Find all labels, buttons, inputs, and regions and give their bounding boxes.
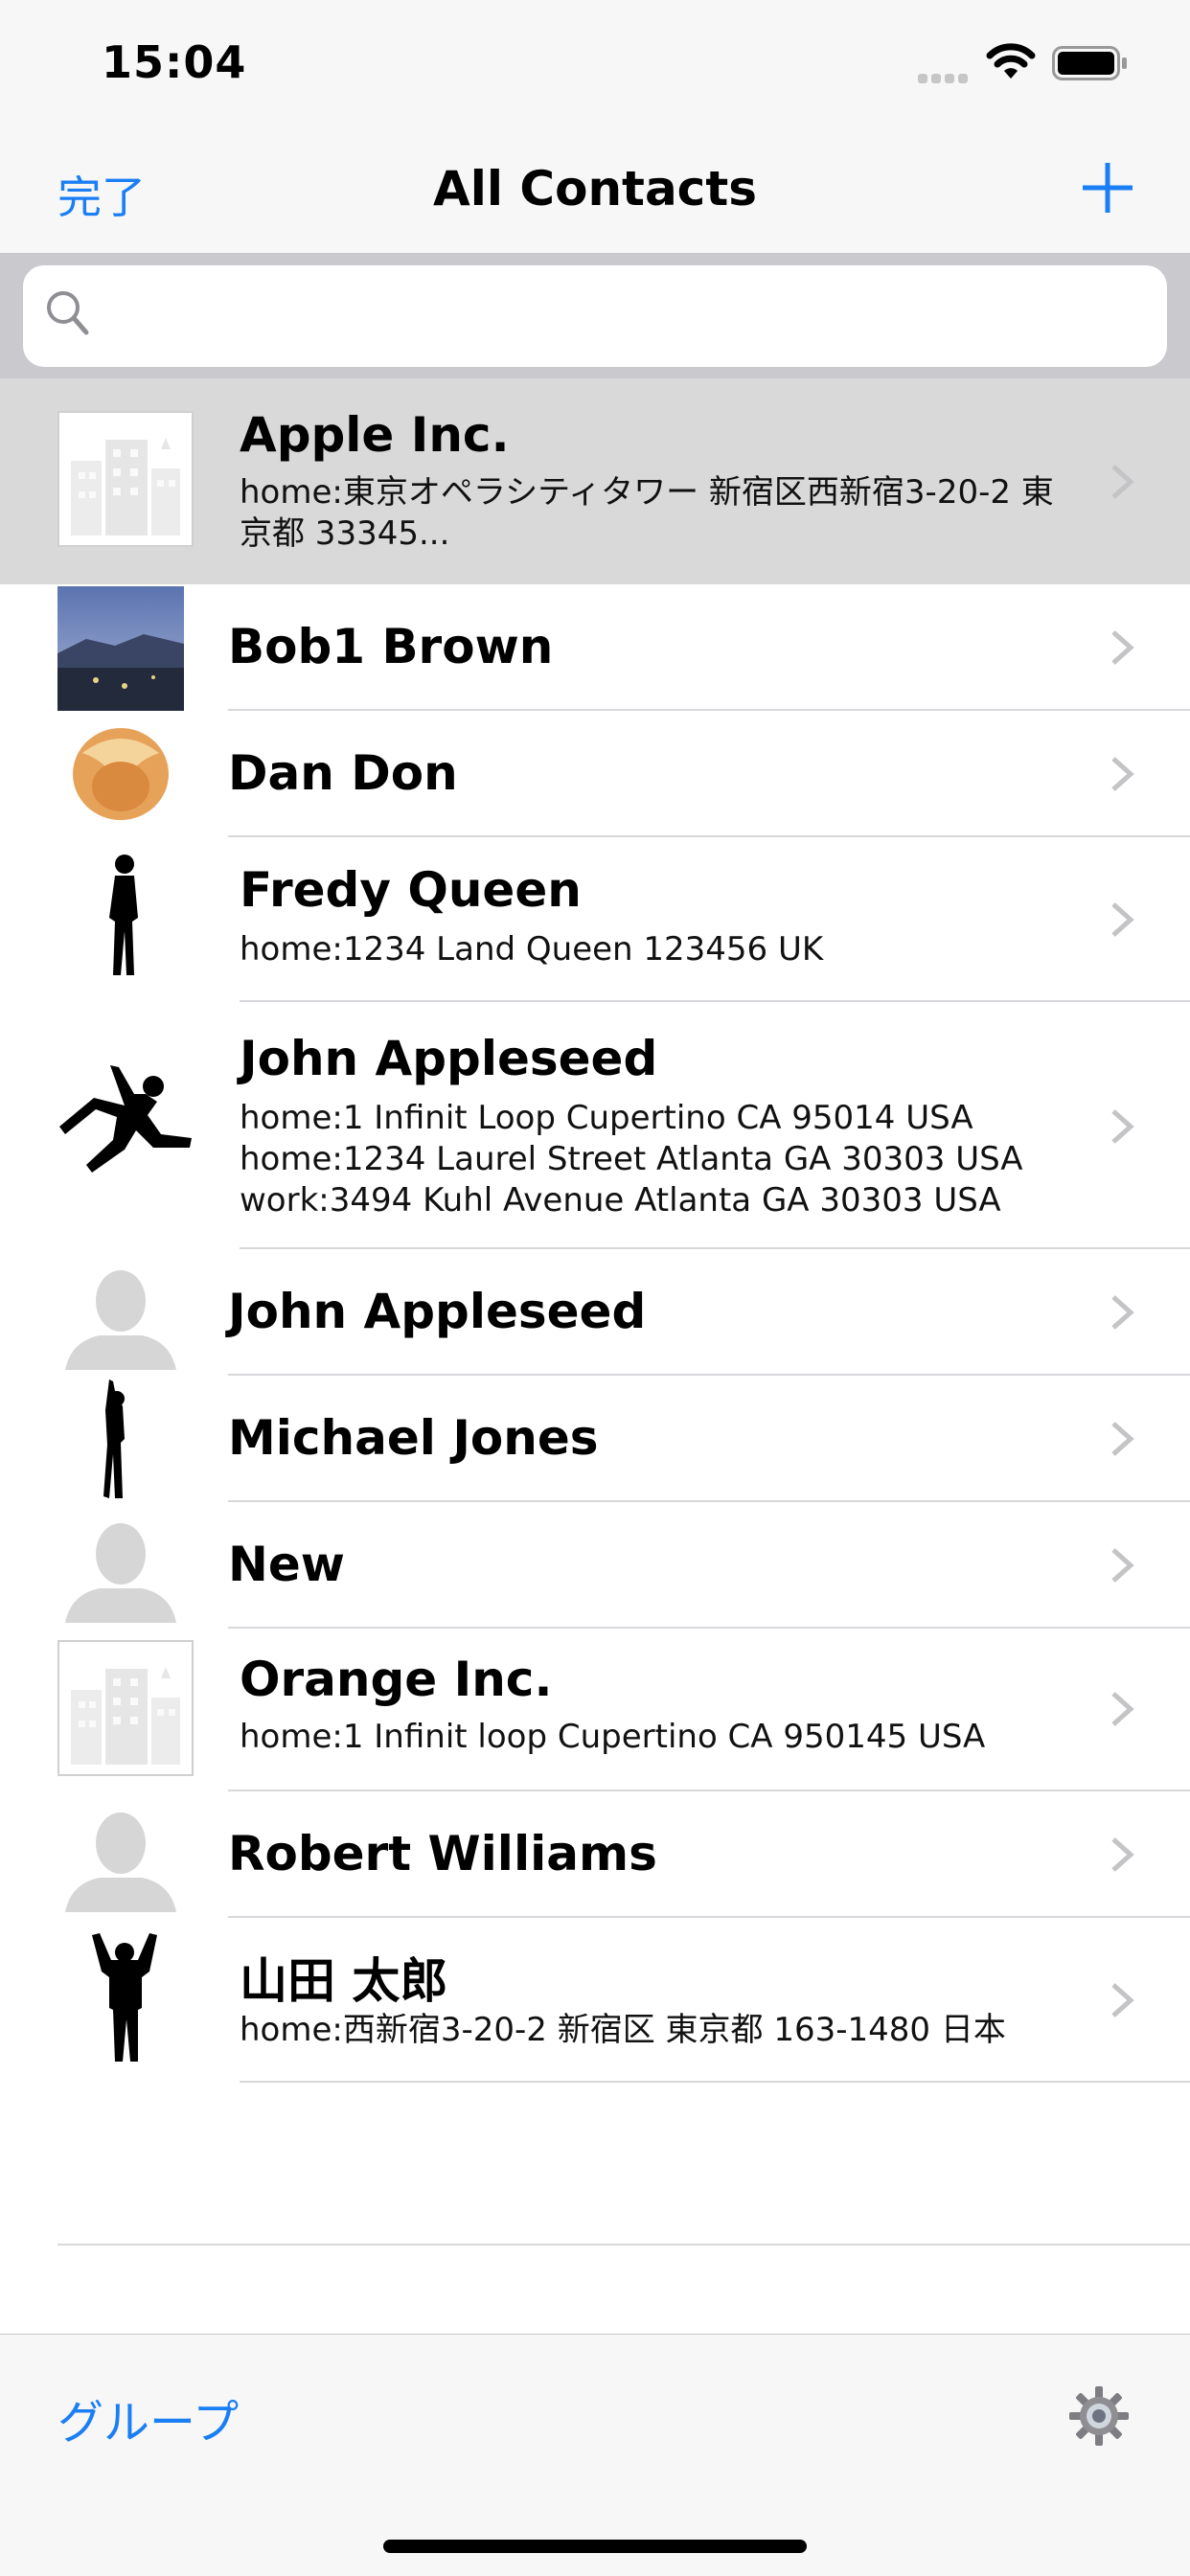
- chevron-right-icon: [1111, 1548, 1134, 1583]
- avatar-silhouette: [59, 1065, 192, 1173]
- chevron-right-icon: [1111, 465, 1134, 499]
- contact-row[interactable]: Robert Williams: [0, 1791, 1190, 1918]
- chevron-right-icon: [1111, 1837, 1134, 1872]
- contact-address: home:東京オペラシティタワー 新宿区西新宿3-20-2 東 京都 33345…: [240, 473, 1054, 553]
- signal-icon: [918, 69, 972, 87]
- chevron-right-icon: [1111, 1109, 1134, 1144]
- contact-row[interactable]: Orange Inc. home:1 Infinit loop Cupertin…: [0, 1629, 1190, 1791]
- contact-name: 山田 太郎: [240, 1953, 448, 2009]
- chevron-right-icon: [1111, 1692, 1134, 1726]
- plus-icon[interactable]: [1079, 159, 1136, 217]
- gear-icon[interactable]: [1067, 2384, 1131, 2448]
- groups-button[interactable]: グループ: [57, 2384, 239, 2451]
- bottom-toolbar: グループ: [0, 2334, 1190, 2576]
- avatar-silhouette: [92, 1933, 157, 2062]
- default-person-icon: [65, 1812, 176, 1912]
- status-bar: 15:04: [0, 0, 1190, 125]
- chevron-right-icon: [1111, 1983, 1134, 2017]
- contact-name: John Appleseed: [240, 1031, 658, 1086]
- contact-address: home:西新宿3-20-2 新宿区 東京都 163-1480 日本: [240, 2011, 1006, 2049]
- avatar-silhouette: [109, 855, 138, 975]
- contact-name: Apple Inc.: [240, 407, 510, 463]
- default-person-icon: [65, 1270, 176, 1370]
- contact-row[interactable]: Apple Inc. home:東京オペラシティタワー 新宿区西新宿3-20-2…: [0, 378, 1190, 584]
- contact-name: Orange Inc.: [240, 1652, 553, 1707]
- wifi-icon: [986, 43, 1036, 79]
- default-person-icon: [65, 1523, 176, 1623]
- contact-address: home:1 Infinit loop Cupertino CA 950145 …: [240, 1718, 986, 1756]
- contact-row[interactable]: 山田 太郎 home:西新宿3-20-2 新宿区 東京都 163-1480 日本: [0, 1918, 1190, 2083]
- contact-row[interactable]: New: [0, 1502, 1190, 1629]
- chevron-right-icon: [1111, 757, 1134, 791]
- contact-name: New: [228, 1537, 345, 1592]
- contact-name: Dan Don: [228, 745, 458, 801]
- contact-row[interactable]: Dan Don: [0, 711, 1190, 837]
- contact-row[interactable]: Fredy Queen home:1234 Land Queen 123456 …: [0, 837, 1190, 1002]
- avatar-silhouette: [103, 1379, 125, 1498]
- avatar-photo: [57, 586, 184, 711]
- avatar-fortune-cookie: [73, 728, 169, 820]
- search-icon: [47, 291, 89, 335]
- chevron-right-icon: [1111, 1422, 1134, 1456]
- home-indicator: [383, 2540, 807, 2553]
- list-end-separator: [57, 2244, 1190, 2245]
- contact-row[interactable]: John Appleseed home:1 Infinit Loop Cuper…: [0, 1002, 1190, 1249]
- battery-icon: [1052, 46, 1127, 80]
- contact-name: Robert Williams: [228, 1826, 657, 1881]
- search-bar: [0, 254, 1190, 378]
- navigation-bar: 完了 All Contacts: [0, 125, 1190, 254]
- search-input[interactable]: [109, 283, 1148, 352]
- chevron-right-icon: [1111, 1295, 1134, 1330]
- contact-name: Fredy Queen: [240, 862, 582, 918]
- chevron-right-icon: [1111, 630, 1134, 665]
- search-field-container[interactable]: [23, 265, 1167, 367]
- contact-name: Bob1 Brown: [228, 619, 554, 674]
- contact-name: John Appleseed: [228, 1284, 647, 1339]
- page-title: All Contacts: [433, 161, 757, 217]
- contacts-list: Apple Inc. home:東京オペラシティタワー 新宿区西新宿3-20-2…: [0, 378, 1190, 2083]
- contact-row[interactable]: Michael Jones: [0, 1376, 1190, 1502]
- chevron-right-icon: [1111, 902, 1134, 937]
- contact-row[interactable]: Bob1 Brown: [0, 584, 1190, 711]
- contact-address: home:1234 Land Queen 123456 UK: [240, 930, 824, 969]
- contact-name: Michael Jones: [228, 1410, 599, 1466]
- status-time: 15:04: [102, 36, 247, 88]
- contact-row[interactable]: John Appleseed: [0, 1249, 1190, 1376]
- building-icon: [57, 1640, 194, 1776]
- contact-address: home:1 Infinit Loop Cupertino CA 95014 U…: [240, 1099, 1023, 1220]
- building-icon: [57, 411, 194, 547]
